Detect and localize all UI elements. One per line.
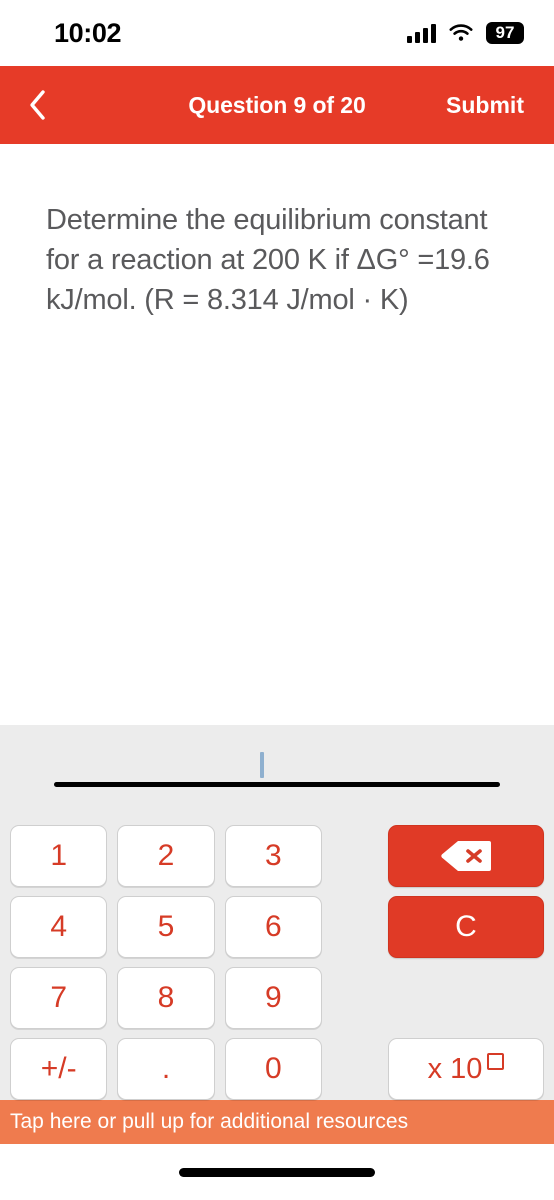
key-4[interactable]: 4: [10, 896, 108, 958]
key-sign[interactable]: +/-: [10, 1038, 108, 1100]
key-3[interactable]: 3: [224, 825, 322, 887]
key-decimal[interactable]: .: [117, 1038, 215, 1100]
key-5[interactable]: 5: [117, 896, 215, 958]
additional-resources-bar[interactable]: Tap here or pull up for additional resou…: [0, 1100, 554, 1144]
status-time: 10:02: [54, 17, 122, 48]
app-header: Question 9 of 20 Submit: [0, 66, 554, 144]
back-button[interactable]: [0, 66, 74, 144]
exponent-placeholder-box: [487, 1052, 505, 1070]
text-caret: [260, 752, 264, 778]
additional-resources-label: Tap here or pull up for additional resou…: [10, 1110, 409, 1133]
clear-button[interactable]: C: [388, 896, 544, 958]
answer-input[interactable]: [0, 725, 554, 825]
function-pad: C x 10: [332, 825, 544, 1100]
keypad-panel: 1 2 3 4 5 6 7 8 9 +/- . 0 C x 10: [0, 725, 554, 1100]
submit-button[interactable]: Submit: [446, 92, 524, 119]
key-6[interactable]: 6: [224, 896, 322, 958]
app-screen: 10:02 97 Question 9 of 20 Submit Determi…: [0, 0, 554, 1200]
scientific-notation-button[interactable]: x 10: [388, 1038, 544, 1100]
scientific-notation-label: x 10: [427, 1052, 483, 1085]
key-1[interactable]: 1: [10, 825, 108, 887]
battery-status-badge: 97: [486, 22, 524, 44]
backspace-button[interactable]: [388, 825, 544, 887]
home-indicator[interactable]: [179, 1167, 375, 1177]
status-bar: 10:02 97: [0, 0, 554, 66]
chevron-left-icon: [28, 89, 46, 121]
backspace-delete-icon: [440, 839, 492, 873]
key-2[interactable]: 2: [117, 825, 215, 887]
key-0[interactable]: 0: [224, 1038, 322, 1100]
status-indicators: 97: [407, 22, 524, 44]
question-area: Determine the equilibrium constant for a…: [0, 144, 554, 725]
answer-input-underline: [54, 782, 500, 787]
keypad-keys: 1 2 3 4 5 6 7 8 9 +/- . 0 C x 10: [0, 825, 554, 1100]
key-7[interactable]: 7: [10, 967, 108, 1029]
number-pad: 1 2 3 4 5 6 7 8 9 +/- . 0: [10, 825, 322, 1100]
wifi-icon: [449, 23, 473, 43]
key-9[interactable]: 9: [224, 967, 322, 1029]
key-8[interactable]: 8: [117, 967, 215, 1029]
question-text: Determine the equilibrium constant for a…: [46, 204, 498, 317]
home-indicator-area: [0, 1144, 554, 1200]
cellular-signal-icon: [407, 23, 436, 43]
